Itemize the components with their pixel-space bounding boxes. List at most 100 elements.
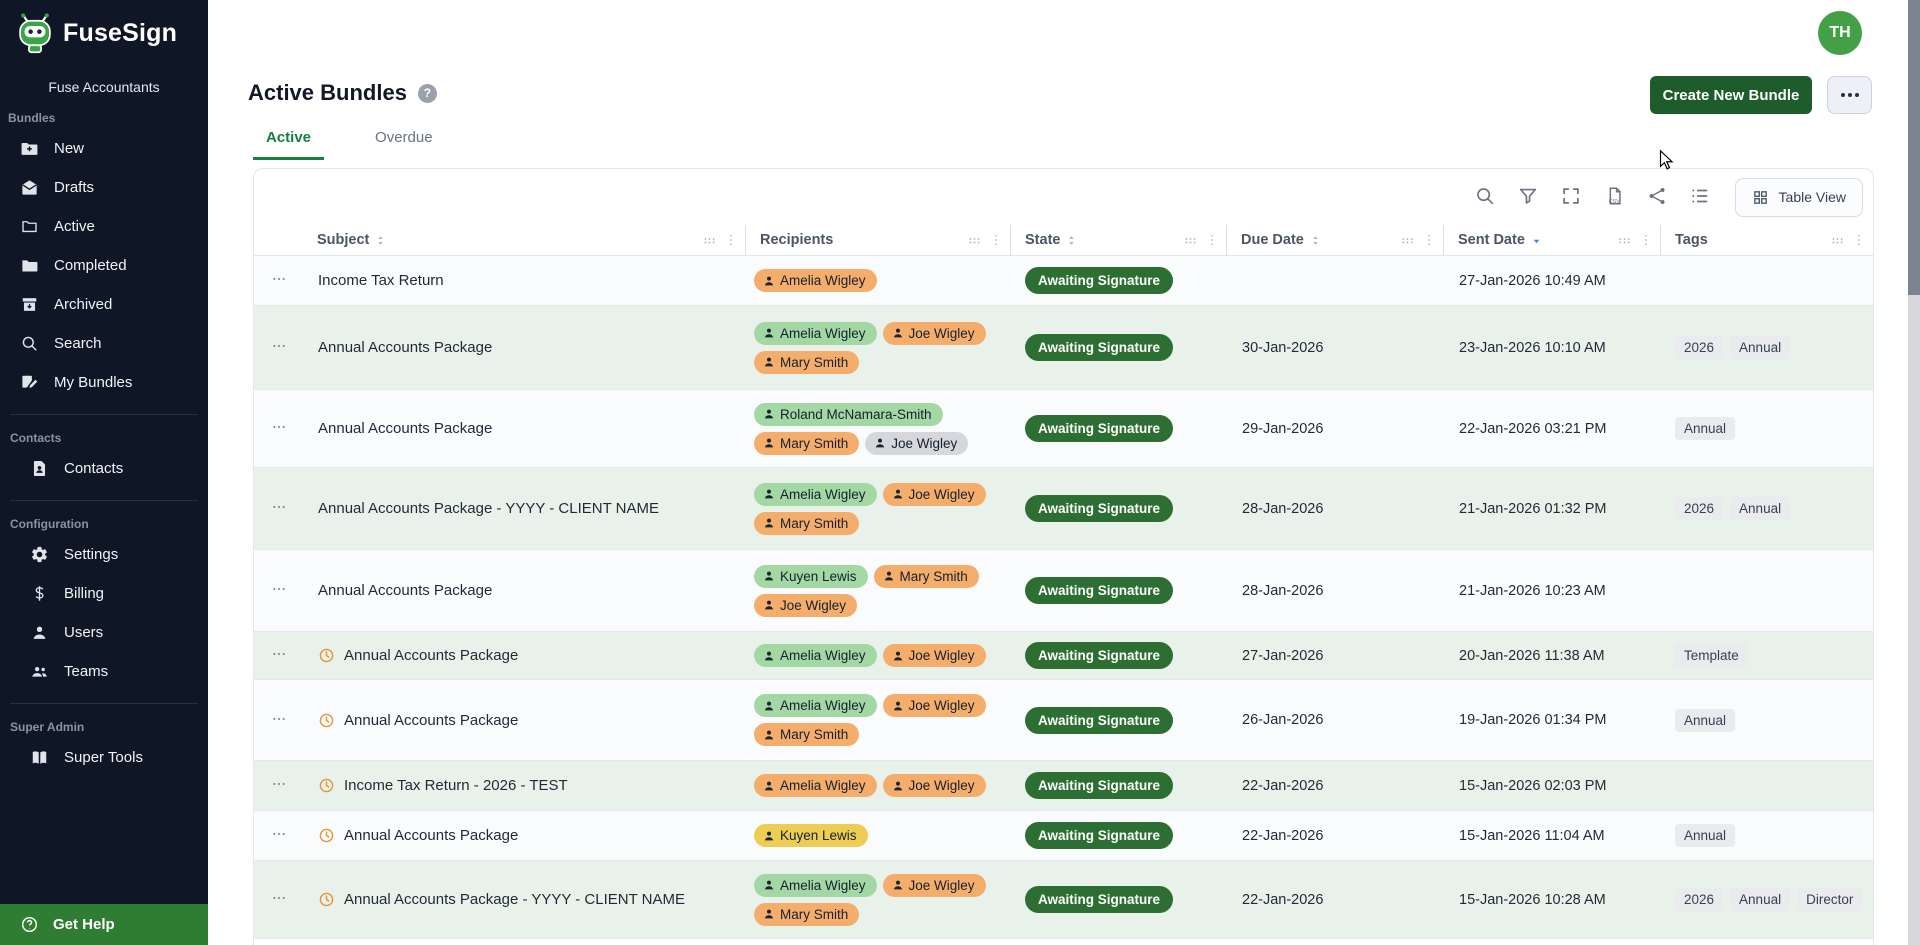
sidebar-item-settings[interactable]: Settings	[10, 535, 198, 574]
recipient-chip[interactable]: Roland McNamara-Smith	[754, 403, 943, 426]
column-header-tags[interactable]: Tags	[1661, 225, 1873, 255]
recipient-chip[interactable]: Kuyen Lewis	[754, 565, 868, 588]
recipient-chip[interactable]: Joe Wigley	[883, 694, 986, 717]
recipient-chip[interactable]: Joe Wigley	[883, 774, 986, 797]
bundle-row[interactable]: Income Tax Return - 2026 - TEST Amelia Wi…	[254, 761, 1873, 811]
csv-export-button[interactable]: CSV	[1603, 185, 1625, 210]
sidebar-item-users[interactable]: Users	[10, 613, 198, 652]
sidebar-item-billing[interactable]: Billing	[10, 574, 198, 613]
column-menu-icon[interactable]	[1852, 233, 1866, 247]
sort-desc-icon[interactable]	[1530, 233, 1543, 248]
table-view-toggle-button[interactable]: Table View	[1735, 178, 1863, 217]
recipient-chip[interactable]: Amelia Wigley	[754, 269, 877, 292]
column-header-due-date[interactable]: Due Date	[1227, 225, 1444, 255]
column-drag-icon[interactable]	[702, 233, 717, 248]
recipient-chip[interactable]: Mary Smith	[754, 351, 859, 374]
recipient-chip[interactable]: Amelia Wigley	[754, 644, 877, 667]
bundle-row[interactable]: Annual Accounts Package Roland McNamara-S…	[254, 390, 1873, 468]
bundle-row[interactable]: Annual Accounts Package Amelia Wigley Joe …	[254, 680, 1873, 761]
column-drag-icon[interactable]	[1400, 233, 1415, 248]
column-menu-icon[interactable]	[1422, 233, 1436, 247]
subject-cell[interactable]: Annual Accounts Package	[303, 827, 746, 844]
sidebar-item-search[interactable]: Search	[0, 324, 208, 363]
bundle-row[interactable]: Annual Accounts Package Amelia Wigley Joe …	[254, 632, 1873, 680]
bundle-row[interactable]: Annual Accounts PackageKuyen LewisAwaiti…	[254, 811, 1873, 861]
recipient-chip[interactable]: Joe Wigley	[883, 322, 986, 345]
sidebar-item-new[interactable]: New	[0, 129, 208, 168]
page-more-actions-button[interactable]	[1827, 76, 1872, 114]
recipient-chip[interactable]: Mary Smith	[874, 565, 979, 588]
subject-cell[interactable]: Income Tax Return - 2026 - TEST	[303, 777, 746, 794]
column-drag-icon[interactable]	[1183, 233, 1198, 248]
column-header-recipients[interactable]: Recipients	[746, 225, 1011, 255]
sidebar-item-archived[interactable]: Archived	[0, 285, 208, 324]
row-menu-button[interactable]	[267, 707, 291, 734]
bundle-row[interactable]: Annual Accounts Package - YYYY - CLIENT …	[254, 861, 1873, 939]
recipient-chip[interactable]: Mary Smith	[754, 432, 859, 455]
row-menu-button[interactable]	[267, 822, 291, 849]
column-menu-icon[interactable]	[989, 233, 1003, 247]
subject-cell[interactable]: Annual Accounts Package - YYYY - CLIENT …	[303, 500, 746, 517]
recipient-chip[interactable]: Joe Wigley	[883, 483, 986, 506]
sidebar-item-active[interactable]: Active	[0, 207, 208, 246]
recipient-chip[interactable]: Mary Smith	[754, 512, 859, 535]
search-button[interactable]	[1474, 185, 1496, 210]
sort-icon[interactable]	[1065, 233, 1078, 248]
sidebar-item-contacts[interactable]: Contacts	[10, 449, 198, 488]
column-drag-icon[interactable]	[1617, 233, 1632, 248]
row-menu-button[interactable]	[267, 415, 291, 442]
subject-cell[interactable]: Annual Accounts Package	[303, 420, 746, 437]
row-menu-button[interactable]	[267, 642, 291, 669]
recipient-chip[interactable]: Amelia Wigley	[754, 694, 877, 717]
sidebar-item-teams[interactable]: Teams	[10, 652, 198, 691]
bundle-row[interactable]: Annual Accounts Package - YYYY - CLIENT …	[254, 468, 1873, 550]
bundle-row[interactable]: Annual Accounts Package Amelia Wigley Joe …	[254, 306, 1873, 390]
row-menu-button[interactable]	[267, 334, 291, 361]
column-menu-icon[interactable]	[1205, 233, 1219, 247]
row-menu-button[interactable]	[267, 772, 291, 799]
subject-cell[interactable]: Annual Accounts Package - YYYY - CLIENT …	[303, 891, 746, 908]
recipient-chip[interactable]: Amelia Wigley	[754, 774, 877, 797]
subject-cell[interactable]: Annual Accounts Package	[303, 339, 746, 356]
tab-active[interactable]: Active	[253, 122, 324, 160]
column-drag-icon[interactable]	[967, 233, 982, 248]
bundle-row[interactable]: Income Tax ReturnAmelia WigleyAwaiting S…	[254, 256, 1873, 306]
filter-button[interactable]	[1517, 185, 1539, 210]
sidebar-item-super-tools[interactable]: Super Tools	[10, 738, 198, 777]
subject-cell[interactable]: Annual Accounts Package	[303, 647, 746, 664]
recipient-chip[interactable]: Joe Wigley	[883, 874, 986, 897]
recipient-chip[interactable]: Kuyen Lewis	[754, 824, 868, 847]
recipient-chip[interactable]: Joe Wigley	[883, 644, 986, 667]
column-header-sent-date[interactable]: Sent Date	[1444, 225, 1661, 255]
subject-cell[interactable]: Income Tax Return	[303, 272, 746, 289]
create-new-bundle-button[interactable]: Create New Bundle	[1650, 76, 1812, 114]
recipient-chip[interactable]: Amelia Wigley	[754, 483, 877, 506]
column-drag-icon[interactable]	[1830, 233, 1845, 248]
row-menu-button[interactable]	[267, 495, 291, 522]
column-header-state[interactable]: State	[1011, 225, 1227, 255]
sort-icon[interactable]	[1309, 233, 1322, 248]
column-header-subject[interactable]: Subject	[303, 225, 746, 255]
column-menu-icon[interactable]	[724, 233, 738, 247]
subject-cell[interactable]: Annual Accounts Package	[303, 582, 746, 599]
vertical-scrollbar-track[interactable]	[1908, 0, 1920, 945]
user-avatar[interactable]: TH	[1818, 11, 1862, 55]
list-view-button[interactable]	[1689, 185, 1711, 210]
recipient-chip[interactable]: Joe Wigley	[754, 594, 857, 617]
vertical-scrollbar-thumb[interactable]	[1908, 0, 1920, 295]
bundle-row[interactable]: Annual Accounts Package Kuyen Lewis Mary S…	[254, 550, 1873, 632]
share-button[interactable]	[1646, 185, 1668, 210]
recipient-chip[interactable]: Joe Wigley	[865, 432, 968, 455]
recipient-chip[interactable]: Mary Smith	[754, 723, 859, 746]
subject-cell[interactable]: Annual Accounts Package	[303, 712, 746, 729]
row-menu-button[interactable]	[267, 267, 291, 294]
recipient-chip[interactable]: Mary Smith	[754, 903, 859, 926]
tab-overdue[interactable]: Overdue	[362, 122, 446, 160]
sidebar-item-drafts[interactable]: Drafts	[0, 168, 208, 207]
row-menu-button[interactable]	[267, 577, 291, 604]
recipient-chip[interactable]: Amelia Wigley	[754, 322, 877, 345]
page-help-icon[interactable]: ?	[418, 84, 437, 103]
expand-button[interactable]	[1560, 185, 1582, 210]
column-menu-icon[interactable]	[1639, 233, 1653, 247]
sidebar-item-completed[interactable]: Completed	[0, 246, 208, 285]
